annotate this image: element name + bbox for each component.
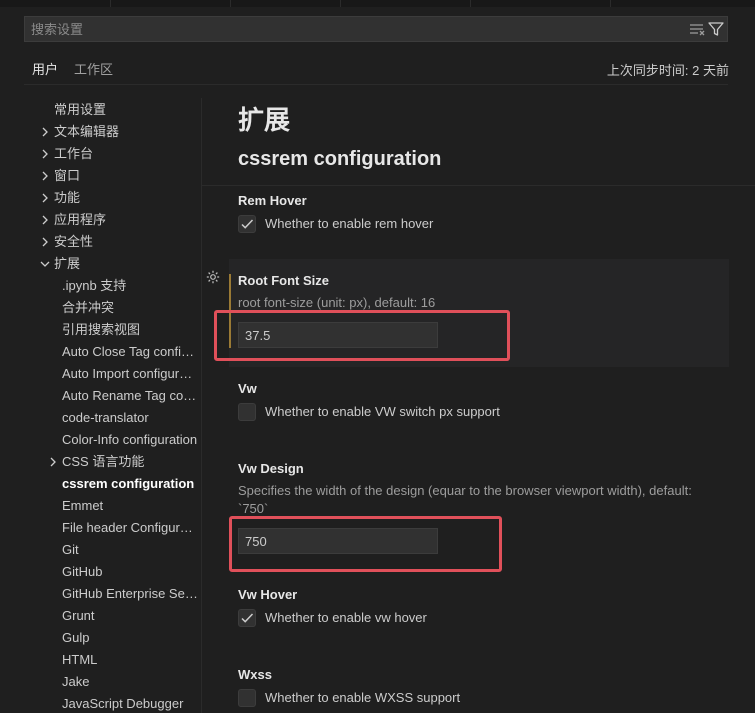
toc-item[interactable]: 扩展 [54,253,198,275]
vw-checkbox[interactable] [238,403,256,421]
section-title: 扩展 [238,105,291,135]
vw-hover-label: Whether to enable vw hover [265,610,427,625]
setting-vw-title: Vw [238,381,257,396]
chevron-down-icon[interactable] [38,253,52,275]
annotation-highlight-box [214,310,510,361]
toc-item[interactable]: GitHub [62,561,198,583]
editor-tab[interactable] [230,0,341,7]
toc-item[interactable]: Auto Rename Tag configuration [62,385,198,407]
tab-user[interactable]: 用户 [32,59,59,85]
rem-hover-checkbox[interactable] [238,215,256,233]
chevron-right-icon[interactable] [38,231,52,253]
editor-tab[interactable] [340,0,471,7]
setting-rem-hover-title: Rem Hover [238,193,307,208]
toc-item[interactable]: 引用搜索视图 [62,319,198,341]
chevron-right-icon[interactable] [38,121,52,143]
settings-scope-bar: 用户 工作区 上次同步时间: 2 天前 [0,52,755,85]
toc-item[interactable]: HTML [62,649,198,671]
toc-item[interactable]: 窗口 [54,165,198,187]
settings-table-of-contents: 常用设置 文本编辑器 工作台 窗口 功能 应用程序 安全性 扩展 .ipynb 支持 合并冲突 引用… [0,98,200,713]
tab-workspace[interactable]: 工作区 [74,59,113,78]
toc-item[interactable]: Jake [62,671,198,693]
toc-item[interactable]: code-translator [62,407,198,429]
check-icon [241,219,254,229]
wxss-checkbox[interactable] [238,689,256,707]
check-icon [241,613,254,623]
clear-filter-icon[interactable] [688,20,706,38]
editor-tab-strip [0,0,755,7]
toc-item[interactable]: File header Configuration [62,517,198,539]
toc-item[interactable]: Git [62,539,198,561]
rem-hover-label: Whether to enable rem hover [265,216,434,231]
toc-item[interactable]: .ipynb 支持 [62,275,198,297]
toc-item[interactable]: 功能 [54,187,198,209]
gear-icon[interactable] [206,270,220,284]
setting-vw-design-desc: Specifies the width of the design (equar… [238,483,692,498]
vw-hover-checkbox[interactable] [238,609,256,627]
annotation-highlight-box [229,516,502,572]
editor-tab[interactable] [110,0,231,7]
sticky-header-divider [202,185,755,186]
toc-item[interactable]: GitHub Enterprise Server Authentication [62,583,198,605]
chevron-right-icon[interactable] [38,165,52,187]
toc-item[interactable]: Grunt [62,605,198,627]
toc-item[interactable]: JavaScript Debugger [62,693,198,713]
toc-item[interactable]: Auto Close Tag configuration [62,341,198,363]
setting-root-font-size-title: Root Font Size [238,273,329,288]
editor-tab[interactable] [470,0,611,7]
toc-item[interactable]: 安全性 [54,231,198,253]
toc-item[interactable]: Color-Info configuration [62,429,198,451]
filter-icon[interactable] [707,20,725,38]
settings-search-input[interactable] [25,17,677,41]
toc-item[interactable]: Gulp [62,627,198,649]
chevron-right-icon[interactable] [38,209,52,231]
toc-item[interactable]: 常用设置 [54,99,198,121]
wxss-label: Whether to enable WXSS support [265,690,461,705]
last-sync-status: 上次同步时间: 2 天前 [606,63,729,78]
setting-wxss-title: Wxss [238,667,272,682]
settings-search-box [24,16,728,42]
toc-item[interactable]: 文本编辑器 [54,121,198,143]
chevron-right-icon[interactable] [46,451,60,473]
toc-item[interactable]: 合并冲突 [62,297,198,319]
toc-item[interactable]: cssrem configuration [62,473,198,495]
scope-divider [24,84,728,85]
group-title: cssrem configuration [238,148,442,170]
toc-item[interactable]: Emmet [62,495,198,517]
chevron-right-icon[interactable] [38,143,52,165]
toc-item[interactable]: Auto Import configuration [62,363,198,385]
vw-label: Whether to enable VW switch px support [265,404,500,419]
toc-item[interactable]: 应用程序 [54,209,198,231]
setting-vw-design-title: Vw Design [238,461,304,476]
toc-item[interactable]: 工作台 [54,143,198,165]
toc-item[interactable]: CSS 语言功能 [62,451,198,473]
editor-tab[interactable] [0,0,111,7]
chevron-right-icon[interactable] [38,187,52,209]
setting-vw-hover-title: Vw Hover [238,587,298,602]
settings-editor: 扩展 cssrem configuration Rem Hover Whethe… [202,98,755,713]
